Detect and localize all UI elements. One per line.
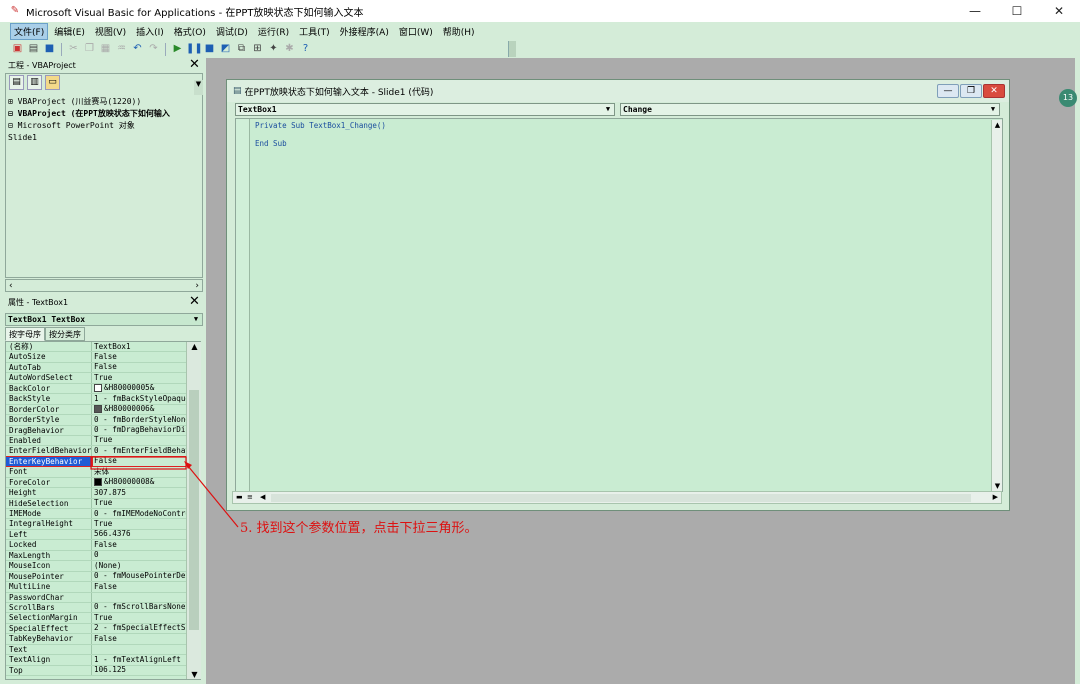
arrow-head <box>184 461 192 469</box>
annotation-arrow <box>90 456 239 528</box>
arrow-line <box>187 465 239 528</box>
highlight-box <box>90 456 187 470</box>
annotation-text: 5. 找到这个参数位置，点击下拉三角形。 <box>240 521 478 536</box>
